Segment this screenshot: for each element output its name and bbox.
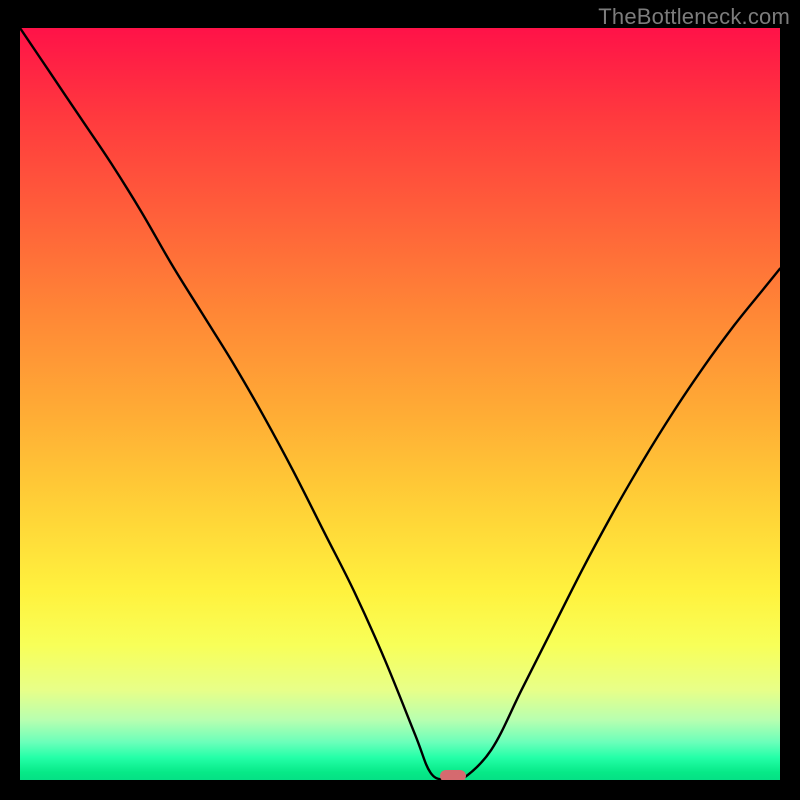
bottleneck-curve bbox=[20, 28, 780, 780]
plot-area bbox=[20, 28, 780, 780]
optimal-marker bbox=[440, 770, 466, 780]
curve-svg bbox=[20, 28, 780, 780]
chart-frame: TheBottleneck.com bbox=[0, 0, 800, 800]
watermark-text: TheBottleneck.com bbox=[598, 4, 790, 30]
